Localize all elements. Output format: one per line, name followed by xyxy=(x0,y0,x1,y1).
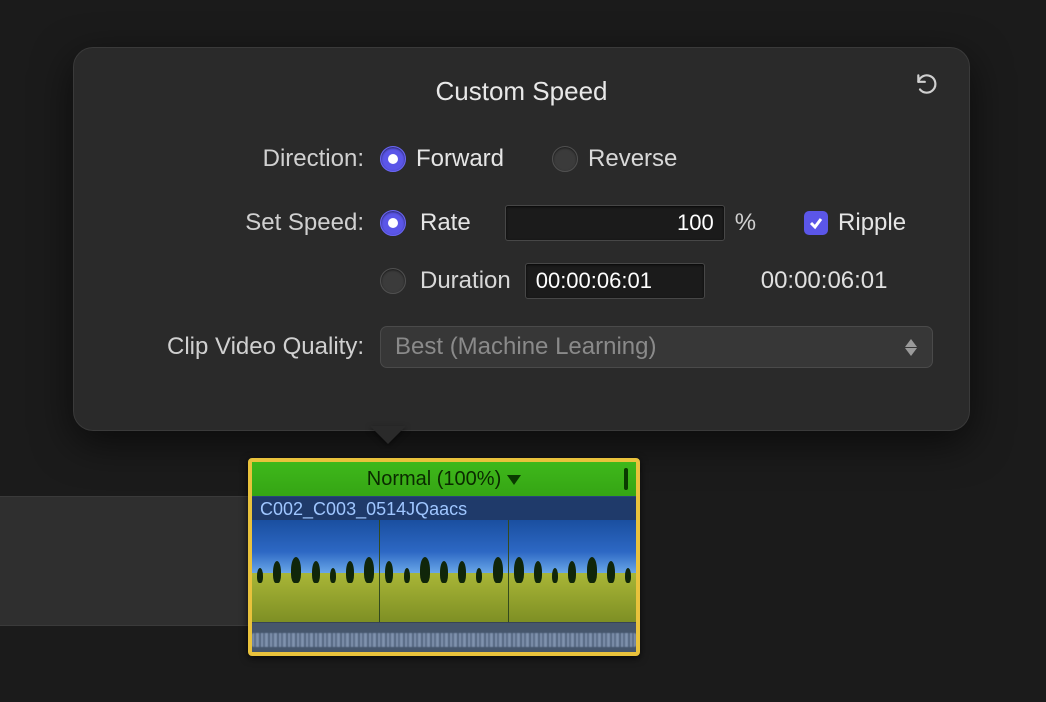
set-speed-rate-radio[interactable]: Rate xyxy=(380,209,471,237)
duration-input[interactable] xyxy=(525,263,705,299)
clip-speed-label: Normal (100%) xyxy=(367,468,501,491)
reset-button[interactable] xyxy=(911,70,943,102)
clip-name: C002_C003_0514JQaacs xyxy=(252,496,636,520)
direction-reverse-label: Reverse xyxy=(588,145,677,173)
direction-reverse-radio[interactable]: Reverse xyxy=(552,145,677,173)
popover-pointer-icon xyxy=(370,426,406,444)
radio-dot-icon xyxy=(380,210,406,236)
clip-thumbnail xyxy=(380,520,508,622)
clip-speed-handle[interactable] xyxy=(624,468,628,490)
radio-dot-icon xyxy=(380,268,406,294)
clip-thumbnail xyxy=(252,520,380,622)
radio-dot-icon xyxy=(552,146,578,172)
clip-quality-select[interactable]: Best (Machine Learning) xyxy=(380,326,933,368)
clip-thumbnail xyxy=(509,520,636,622)
set-speed-rate-label: Rate xyxy=(420,209,471,237)
direction-forward-label: Forward xyxy=(416,145,504,173)
set-speed-duration-label: Duration xyxy=(420,267,511,295)
clip-quality-label: Clip Video Quality: xyxy=(110,333,380,361)
clip-speed-bar[interactable]: Normal (100%) xyxy=(252,462,636,496)
rate-input[interactable] xyxy=(505,205,725,241)
direction-row: Direction: Forward Reverse xyxy=(110,137,933,181)
chevron-down-icon xyxy=(507,468,521,491)
custom-speed-popover: Custom Speed Direction: Forward Reverse xyxy=(73,47,970,431)
ripple-checkbox[interactable]: Ripple xyxy=(804,209,906,237)
direction-label: Direction: xyxy=(110,145,380,173)
clip-thumbnails xyxy=(252,520,636,622)
checkmark-icon xyxy=(804,211,828,235)
direction-forward-radio[interactable]: Forward xyxy=(380,145,504,173)
timeline-track-empty[interactable] xyxy=(0,496,250,626)
ripple-label: Ripple xyxy=(838,209,906,237)
duration-display: 00:00:06:01 xyxy=(761,267,888,295)
radio-dot-icon xyxy=(380,146,406,172)
timeline-clip[interactable]: Normal (100%) C002_C003_0514JQaacs xyxy=(248,458,640,656)
set-speed-duration-radio[interactable]: Duration xyxy=(380,267,511,295)
rate-unit: % xyxy=(735,209,756,237)
set-speed-section: Set Speed: Rate % xyxy=(110,201,933,299)
clip-audio-waveform xyxy=(252,622,636,656)
undo-icon xyxy=(914,71,940,102)
clip-quality-value: Best (Machine Learning) xyxy=(395,333,656,361)
chevron-updown-icon xyxy=(900,327,922,367)
popover-title: Custom Speed xyxy=(110,76,933,107)
set-speed-label: Set Speed: xyxy=(110,209,380,237)
